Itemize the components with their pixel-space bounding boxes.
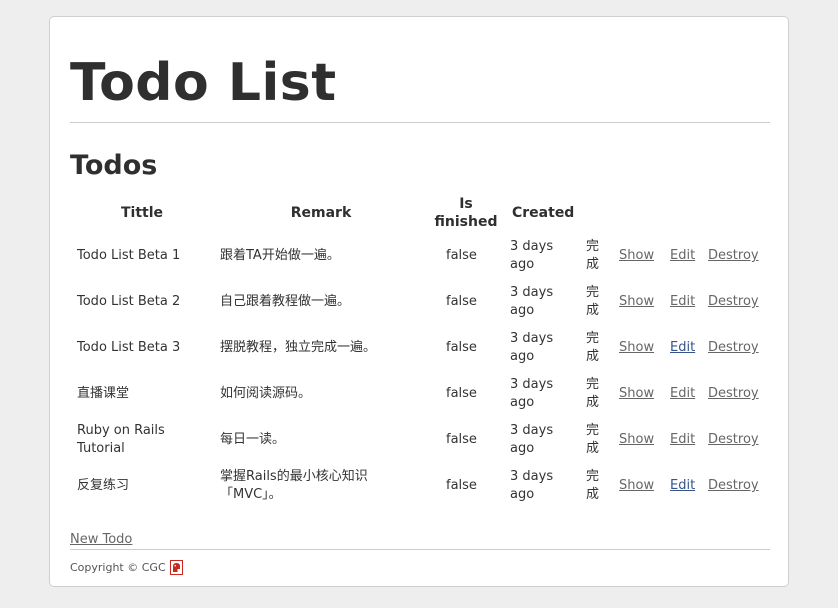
edit-link[interactable]: Edit xyxy=(670,294,695,309)
todo-remark: 每日一读。 xyxy=(220,432,286,447)
column-header-empty xyxy=(702,193,770,233)
destroy-link[interactable]: Destroy xyxy=(708,294,759,309)
destroy-link[interactable]: Destroy xyxy=(708,432,759,447)
cgc-logo-icon xyxy=(169,560,183,575)
show-link[interactable]: Show xyxy=(619,248,654,263)
footer: Copyright © CGC xyxy=(70,560,183,575)
show-link[interactable]: Show xyxy=(619,340,654,355)
todo-remark: 摆脱教程，独立完成一遍。 xyxy=(220,340,377,355)
show-link[interactable]: Show xyxy=(619,294,654,309)
column-header-finished: Is finished xyxy=(434,196,498,230)
column-header-empty xyxy=(613,193,664,233)
todo-created: 3 days ago xyxy=(510,285,554,318)
destroy-link[interactable]: Destroy xyxy=(708,248,759,263)
todo-finished: false xyxy=(446,294,477,309)
table-header: Tittle Remark Is finished Created xyxy=(70,193,770,233)
todo-remark: 如何阅读源码。 xyxy=(220,386,312,401)
section-title: Todos xyxy=(70,150,158,181)
column-header-empty xyxy=(664,193,702,233)
todo-finished: false xyxy=(446,478,477,493)
table-body: Todo List Beta 1 跟着TA开始做一遍。 false 3 days… xyxy=(70,233,770,509)
todo-status: 完成 xyxy=(586,469,600,502)
copyright-text: Copyright © CGC xyxy=(70,561,166,574)
column-header-title: Tittle xyxy=(120,205,164,221)
todo-remark: 掌握Rails的最小核心知识「MVC」。 xyxy=(220,469,368,502)
new-todo-link[interactable]: New Todo xyxy=(70,532,132,547)
edit-link[interactable]: Edit xyxy=(670,248,695,263)
todo-remark: 自己跟着教程做一遍。 xyxy=(220,294,351,309)
todo-created: 3 days ago xyxy=(510,331,554,364)
show-link[interactable]: Show xyxy=(619,432,654,447)
edit-link[interactable]: Edit xyxy=(670,478,695,493)
table-row: Todo List Beta 2 自己跟着教程做一遍。 false 3 days… xyxy=(70,279,770,325)
todo-status: 完成 xyxy=(586,377,600,410)
todo-status: 完成 xyxy=(586,423,600,456)
column-header-remark: Remark xyxy=(290,205,352,221)
todo-created: 3 days ago xyxy=(510,423,554,456)
todo-created: 3 days ago xyxy=(510,239,554,272)
page-title: Todo List xyxy=(70,53,337,113)
todo-title: Todo List Beta 1 xyxy=(77,248,181,263)
todo-title: 直播课堂 xyxy=(77,386,130,401)
todos-table: Tittle Remark Is finished Created Todo L… xyxy=(70,193,770,509)
table-row: Todo List Beta 3 摆脱教程，独立完成一遍。 false 3 da… xyxy=(70,325,770,371)
table-row: Ruby on Rails Tutorial 每日一读。 false 3 day… xyxy=(70,417,770,463)
todo-status: 完成 xyxy=(586,331,600,364)
destroy-link[interactable]: Destroy xyxy=(708,386,759,401)
column-header-empty xyxy=(582,193,613,233)
todo-finished: false xyxy=(446,248,477,263)
footer-divider xyxy=(70,549,770,550)
table-row: 反复练习 掌握Rails的最小核心知识「MVC」。 false 3 days a… xyxy=(70,463,770,509)
todo-finished: false xyxy=(446,432,477,447)
todo-finished: false xyxy=(446,386,477,401)
todo-created: 3 days ago xyxy=(510,469,554,502)
todo-finished: false xyxy=(446,340,477,355)
show-link[interactable]: Show xyxy=(619,386,654,401)
table-row: 直播课堂 如何阅读源码。 false 3 days ago 完成 Show Ed… xyxy=(70,371,770,417)
destroy-link[interactable]: Destroy xyxy=(708,478,759,493)
todo-created: 3 days ago xyxy=(510,377,554,410)
todo-status: 完成 xyxy=(586,239,600,272)
todo-status: 完成 xyxy=(586,285,600,318)
edit-link[interactable]: Edit xyxy=(670,340,695,355)
title-divider xyxy=(70,122,770,123)
destroy-link[interactable]: Destroy xyxy=(708,340,759,355)
edit-link[interactable]: Edit xyxy=(670,432,695,447)
column-header-created: Created xyxy=(512,205,575,221)
todo-title: Todo List Beta 3 xyxy=(77,340,181,355)
todo-title: Todo List Beta 2 xyxy=(77,294,181,309)
edit-link[interactable]: Edit xyxy=(670,386,695,401)
show-link[interactable]: Show xyxy=(619,478,654,493)
todo-title: 反复练习 xyxy=(77,478,130,493)
todo-remark: 跟着TA开始做一遍。 xyxy=(220,248,340,263)
todo-title: Ruby on Rails Tutorial xyxy=(77,423,165,456)
main-card: Todo List Todos Tittle Remark Is finishe… xyxy=(49,16,789,587)
table-row: Todo List Beta 1 跟着TA开始做一遍。 false 3 days… xyxy=(70,233,770,279)
